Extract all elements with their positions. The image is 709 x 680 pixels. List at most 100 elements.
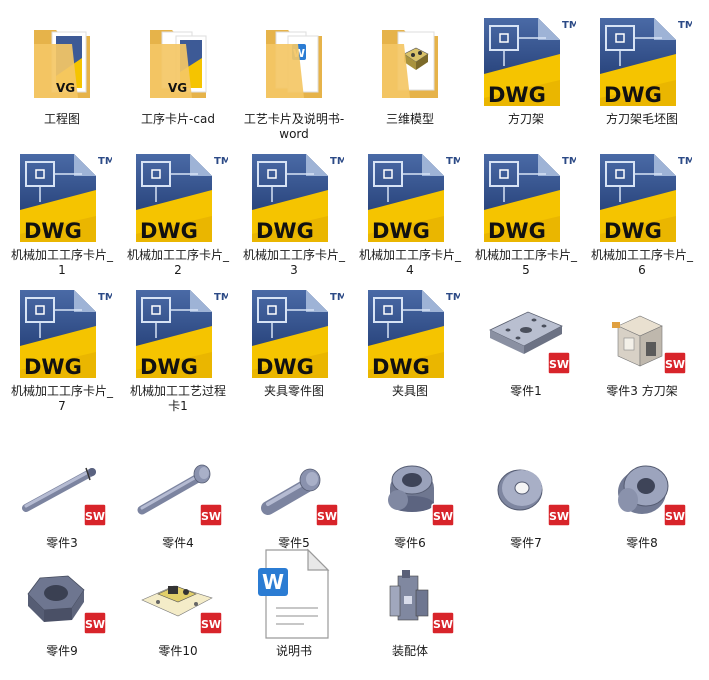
dwg-file-icon: DWG TM <box>136 154 228 243</box>
file-item[interactable]: DWG TM 机械加工工序卡片_4 <box>352 150 468 278</box>
file-icon-wrapper: DWG TM <box>360 150 460 246</box>
dwg-file-icon: DWG TM <box>368 154 460 243</box>
file-item[interactable]: VG 工程图 <box>4 14 120 127</box>
file-label: 装配体 <box>391 644 428 658</box>
file-icon-wrapper: W <box>244 14 344 110</box>
svg-text:DWG: DWG <box>372 355 430 379</box>
svg-text:SW: SW <box>665 358 685 371</box>
svg-text:TM: TM <box>678 156 692 167</box>
svg-text:TM: TM <box>562 20 576 31</box>
svg-text:VG: VG <box>168 81 187 95</box>
file-item[interactable]: SW 零件9 <box>4 546 120 659</box>
file-item[interactable]: DWG TM 方刀架毛坯图 <box>584 14 700 127</box>
file-label: 零件10 <box>158 644 198 658</box>
file-item[interactable]: VG 工序卡片-cad <box>120 14 236 127</box>
svg-text:DWG: DWG <box>140 355 198 379</box>
svg-text:DWG: DWG <box>140 219 198 243</box>
file-icon-wrapper: DWG TM <box>592 14 692 110</box>
file-item[interactable]: SW 零件8 <box>584 438 700 551</box>
dwg-file-icon: DWG TM <box>368 290 460 379</box>
file-icon-wrapper: DWG TM <box>12 286 112 382</box>
file-label: 工程图 <box>43 112 80 126</box>
file-icon-wrapper: SW <box>360 438 460 534</box>
svg-text:W: W <box>262 570 284 594</box>
file-item[interactable]: SW 零件3 <box>4 438 120 551</box>
file-label: 零件7 <box>510 536 542 550</box>
svg-text:DWG: DWG <box>488 83 546 107</box>
file-item[interactable]: DWG TM 机械加工工序卡片_7 <box>4 286 120 414</box>
file-item[interactable]: SW 零件1 <box>468 286 584 399</box>
file-label: 说明书 <box>275 644 312 658</box>
solidworks-part-icon: SW <box>141 585 223 635</box>
file-item[interactable]: DWG TM 机械加工工序卡片_1 <box>4 150 120 278</box>
file-icon-wrapper: DWG TM <box>476 14 576 110</box>
file-item[interactable]: W 工艺卡片及说明书-word <box>236 14 352 142</box>
svg-text:SW: SW <box>433 510 453 523</box>
solidworks-part-icon: SW <box>388 465 455 527</box>
file-item[interactable]: SW 装配体 <box>352 546 468 659</box>
file-item[interactable]: DWG TM 机械加工工序卡片_2 <box>120 150 236 278</box>
file-item[interactable]: DWG TM 方刀架 <box>468 14 584 127</box>
solidworks-part-icon: SW <box>22 467 107 527</box>
svg-text:SW: SW <box>549 358 569 371</box>
file-icon-wrapper: W <box>244 546 344 642</box>
dwg-file-icon: DWG TM <box>600 18 692 107</box>
file-label: 机械加工工序卡片_6 <box>590 248 693 277</box>
file-label: 机械加工工序卡片_1 <box>10 248 113 277</box>
dwg-file-icon: DWG TM <box>20 154 112 243</box>
file-item[interactable]: SW 零件4 <box>120 438 236 551</box>
file-label: 机械加工工序卡片_2 <box>126 248 229 277</box>
svg-text:TM: TM <box>214 156 228 167</box>
file-icon-wrapper: DWG TM <box>12 150 112 246</box>
file-icon-wrapper: SW <box>12 438 112 534</box>
svg-text:DWG: DWG <box>24 219 82 243</box>
file-icon-wrapper: DWG TM <box>592 150 692 246</box>
file-item[interactable]: SW 零件7 <box>468 438 584 551</box>
svg-text:TM: TM <box>98 292 112 303</box>
svg-text:DWG: DWG <box>256 355 314 379</box>
svg-text:SW: SW <box>549 510 569 523</box>
dwg-file-icon: DWG TM <box>20 290 112 379</box>
folder-icon: VG <box>150 30 207 98</box>
svg-text:TM: TM <box>562 156 576 167</box>
svg-text:TM: TM <box>330 156 344 167</box>
svg-text:SW: SW <box>201 510 221 523</box>
file-icon-wrapper: SW <box>12 546 112 642</box>
solidworks-part-icon: SW <box>497 469 571 527</box>
file-label: 机械加工工序卡片_4 <box>358 248 461 277</box>
file-icon-wrapper: DWG TM <box>244 150 344 246</box>
file-icon-wrapper: VG <box>12 14 112 110</box>
file-item[interactable]: DWG TM 夹具图 <box>352 286 468 399</box>
file-icon-wrapper: DWG TM <box>128 286 228 382</box>
file-label: 零件1 <box>510 384 542 398</box>
svg-text:SW: SW <box>85 510 105 523</box>
file-item[interactable]: DWG TM 机械加工工序卡片_6 <box>584 150 700 278</box>
svg-text:DWG: DWG <box>604 83 662 107</box>
word-document-icon: W <box>258 548 330 639</box>
file-item[interactable]: W 说明书 <box>236 546 352 659</box>
file-item[interactable]: DWG TM 夹具零件图 <box>236 286 352 399</box>
file-icon-wrapper <box>360 14 460 110</box>
file-icon-wrapper: SW <box>476 438 576 534</box>
file-item[interactable]: SW 零件10 <box>120 546 236 659</box>
file-item[interactable]: 三维模型 <box>352 14 468 127</box>
svg-text:DWG: DWG <box>256 219 314 243</box>
file-item[interactable]: SW 零件5 <box>236 438 352 551</box>
folder-icon: VG <box>34 30 90 98</box>
file-item[interactable]: DWG TM 机械加工工序卡片_5 <box>468 150 584 278</box>
dwg-file-icon: DWG TM <box>484 18 576 107</box>
file-item[interactable]: SW 零件6 <box>352 438 468 551</box>
file-item[interactable]: DWG TM 机械加工工艺过程卡1 <box>120 286 236 414</box>
file-icon-wrapper: DWG TM <box>360 286 460 382</box>
file-item[interactable]: DWG TM 机械加工工序卡片_3 <box>236 150 352 278</box>
solidworks-part-icon: SW <box>137 464 223 527</box>
svg-text:SW: SW <box>85 618 105 631</box>
solidworks-part-icon: SW <box>261 468 339 527</box>
svg-text:SW: SW <box>317 510 337 523</box>
svg-text:TM: TM <box>446 156 460 167</box>
file-item[interactable]: SW 零件3 方刀架 <box>584 286 700 399</box>
file-icon-wrapper: VG <box>128 14 228 110</box>
svg-text:TM: TM <box>98 156 112 167</box>
file-icon-wrapper: SW <box>476 286 576 382</box>
file-icon-wrapper: SW <box>128 438 228 534</box>
